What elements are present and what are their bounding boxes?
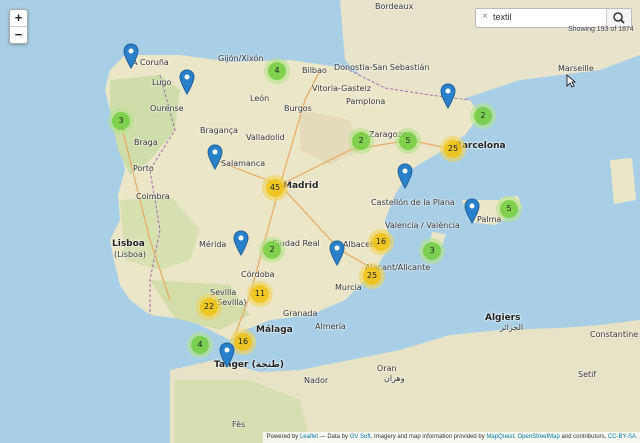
cluster-count: 45 (266, 179, 284, 197)
map-marker-icon[interactable] (179, 69, 195, 95)
place-label: Murcia (335, 283, 362, 292)
attribution-contributors: and contributors, (561, 434, 607, 440)
marker-cluster[interactable]: 25 (440, 136, 466, 162)
place-label: Mérida (199, 240, 227, 249)
place-label: الجزائر (500, 323, 524, 332)
marker-cluster[interactable]: 4 (264, 58, 290, 84)
marker-cluster[interactable]: 5 (395, 128, 421, 154)
search-box: × textil (475, 8, 632, 28)
place-label: Fès (232, 420, 246, 429)
marker-cluster[interactable]: 5 (496, 196, 522, 222)
map-marker-icon[interactable] (207, 144, 223, 170)
marker-cluster[interactable]: 45 (262, 175, 288, 201)
cluster-count: 4 (191, 336, 209, 354)
attribution: Powered by Leaflet — Data by GV Soft, Im… (262, 432, 640, 443)
cluster-count: 2 (352, 132, 370, 150)
place-label: Porto (133, 164, 154, 173)
place-label: Burgos (284, 104, 312, 113)
attribution-prefix: Powered by (266, 434, 299, 440)
map-marker-icon[interactable] (219, 342, 235, 368)
cluster-count: 2 (263, 241, 281, 259)
place-label: Oran (377, 364, 397, 373)
cluster-count: 16 (234, 333, 252, 351)
cluster-count: 3 (112, 112, 130, 130)
license-link[interactable]: CC-BY-SA (608, 434, 636, 440)
leaflet-link[interactable]: Leaflet (300, 434, 318, 440)
place-label: Bilbao (302, 66, 327, 75)
place-label: (Lisboa) (114, 250, 146, 259)
marker-cluster[interactable]: 2 (259, 237, 285, 263)
cluster-count: 25 (363, 267, 381, 285)
place-label: Castellón de la Plana (371, 198, 455, 207)
place-label: Nador (304, 376, 329, 385)
place-label: Málaga (256, 325, 293, 335)
map-marker-icon[interactable] (233, 230, 249, 256)
cluster-count: 5 (399, 132, 417, 150)
marker-cluster[interactable]: 11 (247, 281, 273, 307)
place-label: Pamplona (346, 97, 386, 106)
search-icon (613, 12, 625, 24)
place-label: Lugo (152, 78, 172, 87)
zoom-out-button[interactable]: − (10, 27, 27, 43)
osm-link[interactable]: OpenStreetMap (517, 434, 559, 440)
cluster-count: 25 (444, 140, 462, 158)
marker-cluster[interactable]: 22 (196, 294, 222, 320)
map-marker-icon[interactable] (397, 163, 413, 189)
place-label: Marseille (558, 64, 594, 73)
place-label: Valencia / València (385, 221, 460, 230)
place-label: Bragança (200, 126, 239, 135)
place-label: Setif (578, 370, 597, 379)
clear-search-button[interactable]: × (482, 11, 488, 22)
map-marker-icon[interactable] (440, 83, 456, 109)
cluster-count: 3 (423, 242, 441, 260)
attribution-data-by: — Data by (319, 434, 349, 440)
marker-cluster[interactable]: 16 (368, 229, 394, 255)
cluster-count: 5 (500, 200, 518, 218)
marker-cluster[interactable]: 2 (470, 103, 496, 129)
place-label: Granada (283, 309, 318, 318)
zoom-in-button[interactable]: + (10, 10, 27, 27)
marker-cluster[interactable]: 3 (108, 108, 134, 134)
search-button[interactable] (606, 9, 631, 27)
place-label: Constantine (590, 330, 639, 339)
place-label: Gijón/Xixón (218, 54, 264, 63)
cluster-count: 22 (200, 298, 218, 316)
map[interactable]: A Coruña Gijón/Xixón Bilbao Donostia-San… (0, 0, 640, 443)
place-label: Valladolid (246, 133, 285, 142)
cluster-count: 4 (268, 62, 286, 80)
map-marker-icon[interactable] (329, 240, 345, 266)
place-label: Córdoba (241, 270, 275, 279)
marker-cluster[interactable]: 2 (348, 128, 374, 154)
place-label: Bordeaux (375, 2, 414, 11)
place-label: Vitoria-Gasteiz (312, 84, 371, 93)
place-label: Donostia-San Sebastián (334, 63, 430, 72)
place-label: Salamanca (221, 159, 266, 168)
place-label: Algiers (485, 313, 521, 323)
marker-cluster[interactable]: 3 (419, 238, 445, 264)
place-label: Braga (134, 138, 158, 147)
place-label: Lisboa (112, 239, 145, 249)
marker-cluster[interactable]: 25 (359, 263, 385, 289)
map-marker-icon[interactable] (123, 43, 139, 69)
place-label: وهران (384, 374, 405, 383)
cursor-icon (566, 74, 576, 88)
place-label: Almería (315, 322, 346, 331)
mapquest-link[interactable]: MapQuest (486, 434, 514, 440)
search-input[interactable]: textil (493, 12, 512, 22)
attribution-imagery: , Imagery and map information provided b… (370, 434, 485, 440)
place-label: León (250, 94, 270, 103)
cluster-count: 2 (474, 107, 492, 125)
marker-cluster[interactable]: 4 (187, 332, 213, 358)
gv-soft-link[interactable]: GV Soft (350, 434, 371, 440)
place-label: Coimbra (136, 192, 170, 201)
place-label: Madrid (283, 181, 319, 191)
zoom-control: + − (9, 9, 28, 44)
map-marker-icon[interactable] (464, 198, 480, 224)
cluster-count: 16 (372, 233, 390, 251)
place-label: Ourense (150, 104, 184, 113)
cluster-count: 11 (251, 285, 269, 303)
results-count: Showing 193 of 1874 (568, 26, 634, 33)
